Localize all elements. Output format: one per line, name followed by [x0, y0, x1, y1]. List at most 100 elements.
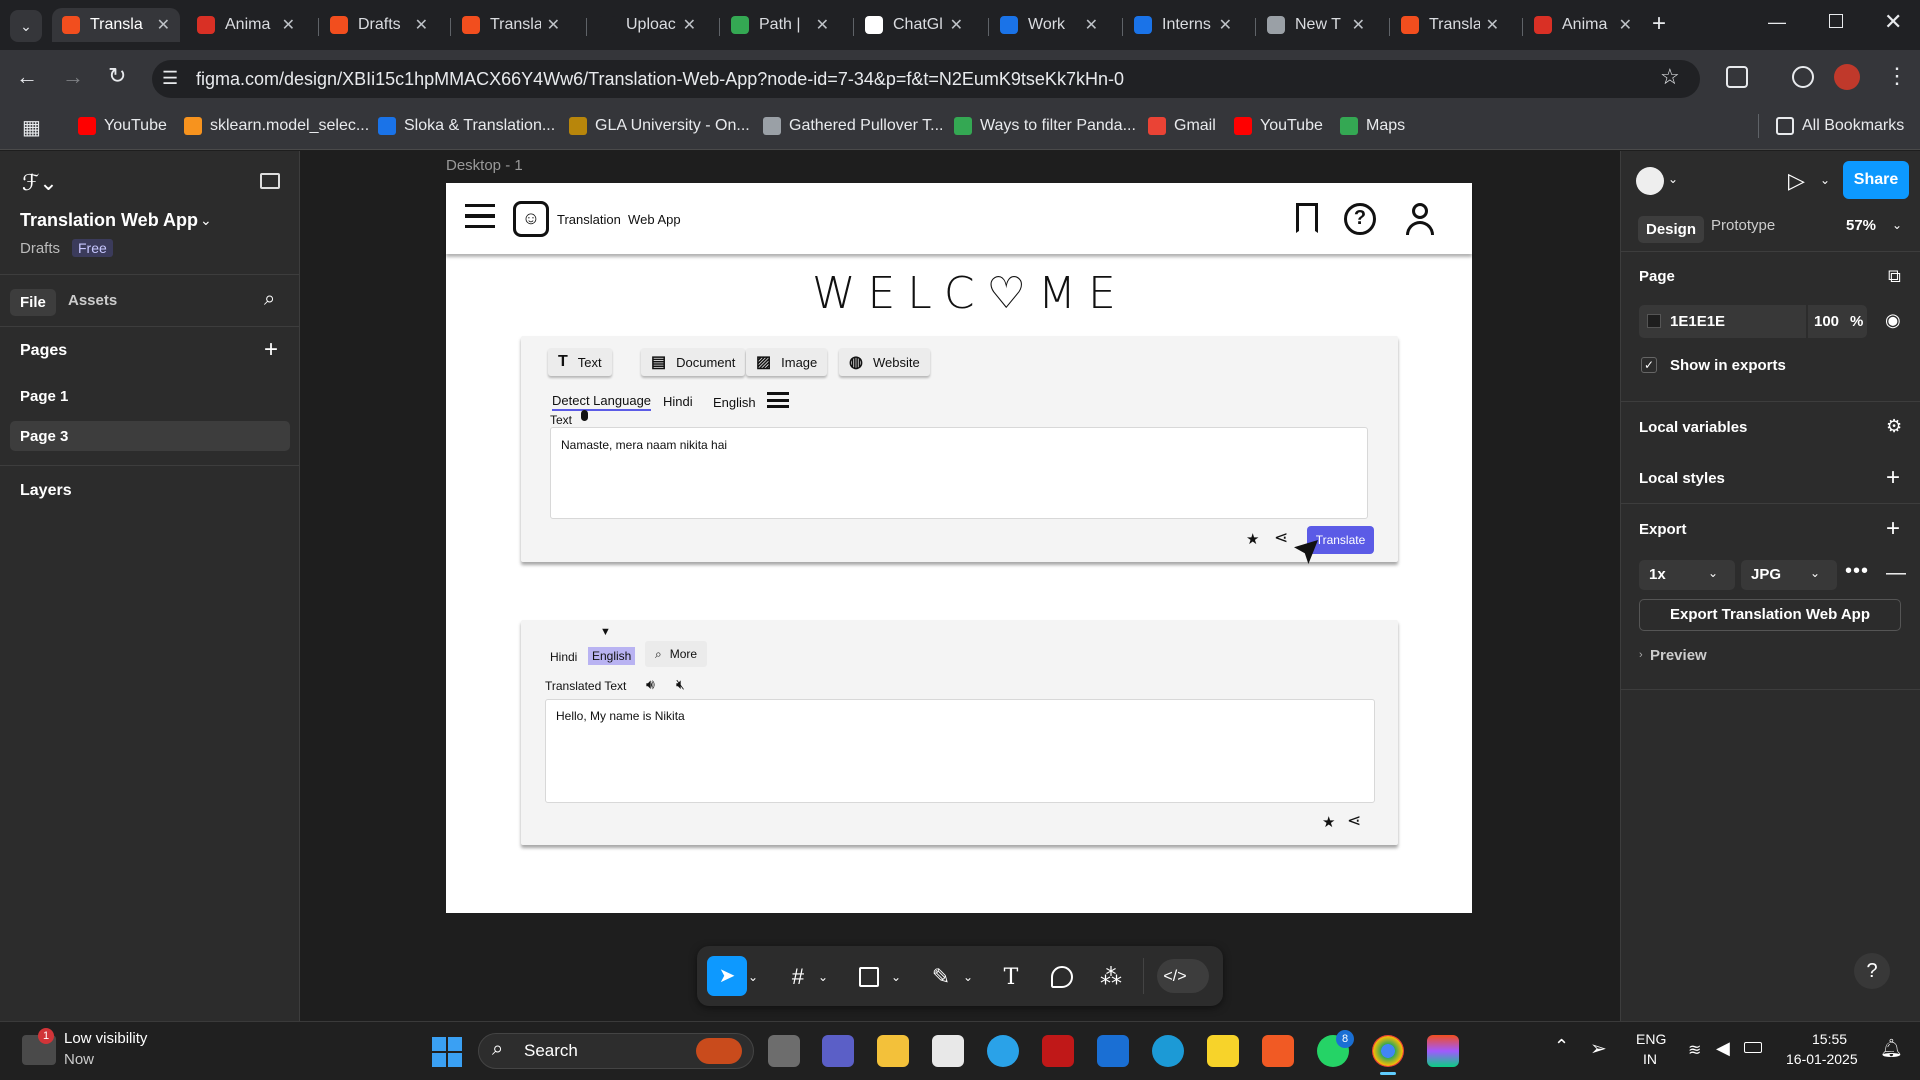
get-help-icon[interactable] [987, 1035, 1019, 1067]
language-indicator[interactable]: ENG [1636, 1031, 1666, 1047]
microsoft-store-icon[interactable] [932, 1035, 964, 1067]
target-lang-hindi[interactable]: Hindi [550, 650, 577, 664]
notifications-bell-icon[interactable]: 🔔︎ [1880, 1038, 1903, 1059]
browser-tab[interactable]: Anima ✕ [187, 8, 305, 42]
more-languages-button[interactable]: ⌕ More [645, 641, 708, 667]
actions-tool-icon[interactable]: ⁂ [1093, 959, 1129, 995]
performance-icon[interactable] [1792, 66, 1814, 88]
brave-icon[interactable] [1262, 1035, 1294, 1067]
browser-tab[interactable]: Drafts ✕ [320, 8, 438, 42]
frame-tool-icon[interactable]: # [780, 959, 816, 995]
clock-date[interactable]: 16-01-2025 [1786, 1051, 1858, 1067]
local-styles-heading[interactable]: Local styles [1639, 470, 1725, 487]
speaker-icon[interactable]: 🔊︎ [646, 676, 655, 693]
mode-image-button[interactable]: ▨ Image [746, 348, 828, 376]
page-color-value[interactable]: 1E1E1E [1670, 313, 1725, 330]
browser-tab[interactable]: Work ✕ [990, 8, 1108, 42]
browser-tab[interactable]: ChatGl ✕ [855, 8, 973, 42]
drafts-label[interactable]: Drafts [20, 240, 60, 257]
tab-close-icon[interactable]: ✕ [415, 15, 428, 35]
bookmark-item[interactable]: YouTube [78, 114, 167, 138]
tab-close-icon[interactable]: ✕ [1619, 15, 1632, 35]
tab-close-icon[interactable]: ✕ [282, 15, 295, 35]
weather-title[interactable]: Low visibility [64, 1030, 147, 1047]
browser-tab[interactable]: Transla ✕ [52, 8, 180, 42]
avatar-chevron-icon[interactable]: ⌄ [1668, 172, 1678, 186]
share-icon[interactable]: ⋖ [1347, 811, 1361, 831]
export-scale-chevron-icon[interactable]: ⌄ [1708, 566, 1718, 580]
profile-avatar[interactable] [1834, 64, 1860, 90]
browser-tab[interactable]: Transla ✕ [1391, 8, 1509, 42]
search-icon[interactable]: ⌕ [264, 288, 275, 311]
tab-close-icon[interactable]: ✕ [157, 15, 170, 35]
forward-icon[interactable]: → [62, 64, 84, 90]
export-options-icon[interactable]: ••• [1845, 560, 1869, 583]
mute-icon[interactable]: 🔇︎ [676, 676, 685, 693]
minimize-button[interactable]: — [1768, 12, 1786, 33]
remove-export-icon[interactable]: — [1886, 562, 1906, 585]
export-button[interactable]: Export Translation Web App [1639, 599, 1901, 631]
source-text[interactable]: Namaste, mera naam nikita hai [561, 438, 727, 452]
back-icon[interactable]: ← [16, 64, 38, 90]
file-explorer-icon[interactable] [877, 1035, 909, 1067]
bookmark-item[interactable]: Ways to filter Panda... [954, 114, 1136, 138]
show-in-exports-label[interactable]: Show in exports [1670, 357, 1786, 374]
extensions-icon[interactable] [1726, 66, 1748, 88]
bookmark-item[interactable]: YouTube [1234, 114, 1323, 138]
tab-close-icon[interactable]: ✕ [1219, 15, 1232, 35]
hamburger-menu-icon[interactable] [465, 204, 495, 228]
figma-taskbar-icon[interactable] [1427, 1035, 1459, 1067]
move-tool-button[interactable]: ➤ [707, 956, 747, 996]
share-button[interactable]: Share [1843, 161, 1909, 199]
mode-text-button[interactable]: T Text [548, 348, 612, 376]
figma-menu-icon[interactable]: ℱ⌄ [22, 170, 58, 196]
mcafee-icon[interactable] [1042, 1035, 1074, 1067]
toggle-sidebar-icon[interactable] [260, 173, 280, 189]
preview-chevron-icon[interactable]: › [1639, 649, 1643, 661]
browser-tab[interactable]: Uploac ✕ [588, 8, 706, 42]
new-tab-button[interactable]: + [1652, 10, 1666, 38]
volume-icon[interactable]: ◀︎ [1716, 1038, 1730, 1059]
language-list-icon[interactable] [767, 392, 789, 408]
tab-close-icon[interactable]: ✕ [547, 15, 560, 35]
chrome-icon[interactable] [1372, 1035, 1404, 1067]
help-button[interactable]: ? [1854, 953, 1890, 989]
copilot-icon[interactable]: ➢ [1590, 1036, 1607, 1061]
shape-tool-icon[interactable] [851, 959, 887, 995]
visibility-eye-icon[interactable]: ◉ [1885, 310, 1901, 331]
bookmark-item[interactable]: Gmail [1148, 114, 1216, 138]
pen-tool-icon[interactable]: ✎ [923, 959, 959, 995]
show-hidden-icons[interactable]: ⌃ [1554, 1036, 1569, 1057]
page-color-swatch[interactable] [1647, 314, 1661, 328]
variables-settings-icon[interactable]: ⚙ [1886, 416, 1902, 437]
microphone-icon[interactable] [581, 410, 588, 421]
tab-close-icon[interactable]: ✕ [950, 15, 963, 35]
mode-website-button[interactable]: ◍ Website [839, 348, 930, 376]
present-chevron-icon[interactable]: ⌄ [1820, 173, 1830, 187]
chrome-menu-icon[interactable]: ⋮ [1886, 63, 1908, 89]
zoom-level[interactable]: 57% [1846, 217, 1876, 234]
weather-subtitle[interactable]: Now [64, 1051, 94, 1068]
bookmark-item[interactable]: GLA University - On... [569, 114, 750, 138]
page-item-page-1[interactable]: Page 1 [20, 388, 68, 405]
browser-tab[interactable]: Anima ✕ [1524, 8, 1642, 42]
browser-tab[interactable]: Path | ✕ [721, 8, 839, 42]
source-lang-hindi[interactable]: Hindi [663, 394, 693, 409]
project-chevron-icon[interactable]: ⌄ [200, 212, 212, 229]
browser-tab[interactable]: New T ✕ [1257, 8, 1375, 42]
add-style-icon[interactable]: + [1886, 464, 1900, 492]
preview-toggle[interactable]: Preview [1650, 647, 1707, 664]
shape-tool-chevron-icon[interactable]: ⌄ [889, 959, 903, 995]
translate-button[interactable]: Translate [1307, 526, 1374, 554]
design-tab[interactable]: Design [1638, 216, 1705, 243]
favorite-star-icon[interactable]: ★ [1246, 530, 1259, 548]
bookmark-item[interactable]: Sloka & Translation... [378, 114, 555, 138]
close-window-button[interactable]: ✕ [1884, 9, 1902, 35]
task-view-icon[interactable] [768, 1035, 800, 1067]
frame-tool-chevron-icon[interactable]: ⌄ [816, 959, 830, 995]
tab-close-icon[interactable]: ✕ [1486, 15, 1499, 35]
page-opacity-value[interactable]: 100 [1814, 313, 1839, 330]
bookmark-star-icon[interactable]: ☆ [1660, 64, 1680, 90]
dropdown-caret-icon[interactable]: ▼ [600, 626, 611, 638]
all-bookmarks[interactable]: All Bookmarks [1776, 114, 1904, 138]
